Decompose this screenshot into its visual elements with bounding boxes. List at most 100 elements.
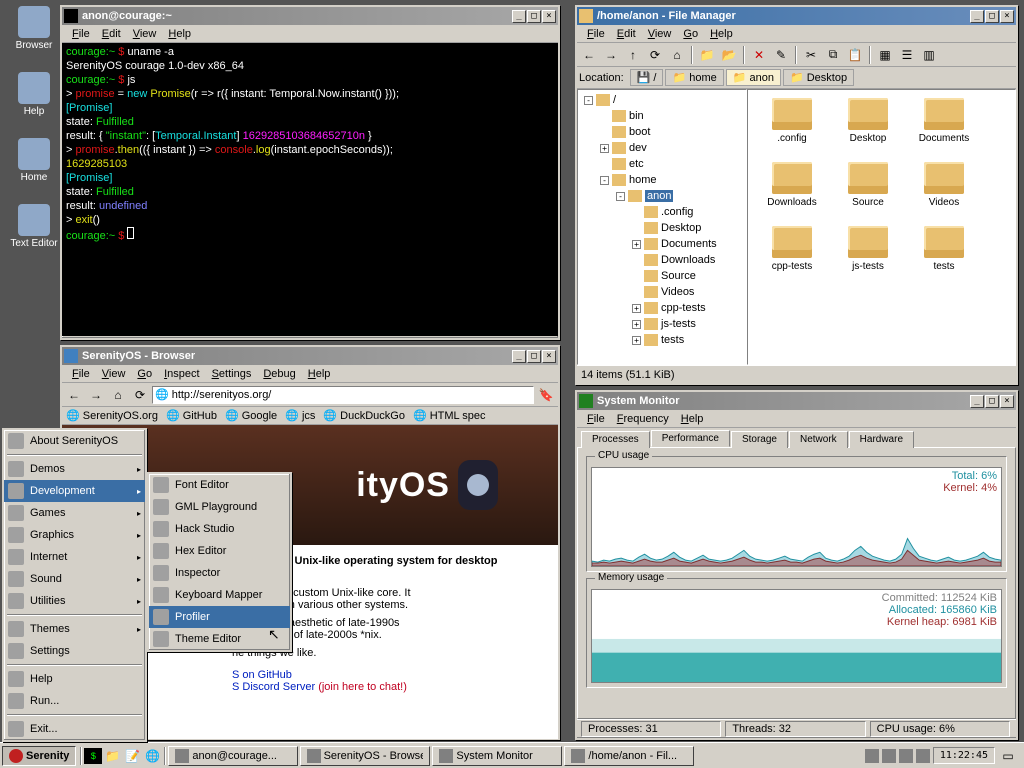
github-link[interactable]: S on GitHub <box>232 669 292 681</box>
tray-icon[interactable] <box>865 749 879 763</box>
tree-item[interactable]: +dev <box>580 140 744 156</box>
menu-help[interactable]: Help <box>302 367 337 381</box>
menu-item-utilities[interactable]: Utilities▸ <box>4 590 145 612</box>
quick-terminal-icon[interactable]: $ <box>84 748 102 764</box>
delete-icon[interactable]: ✕ <box>749 45 769 65</box>
menu-item-settings[interactable]: Settings <box>4 640 145 662</box>
menu-debug[interactable]: Debug <box>257 367 301 381</box>
edit-icon[interactable]: ✎ <box>771 45 791 65</box>
menu-item-exit---[interactable]: Exit... <box>4 718 145 740</box>
submenu-item-profiler[interactable]: Profiler <box>149 606 290 628</box>
url-input[interactable]: 🌐http://serenityos.org/ <box>152 386 534 404</box>
menu-item-development[interactable]: Development▸ <box>4 480 145 502</box>
maximize-button[interactable]: □ <box>985 10 999 23</box>
tree-item[interactable]: Desktop <box>580 220 744 236</box>
folder-js-tests[interactable]: js-tests <box>832 226 904 286</box>
back-icon[interactable]: ← <box>64 385 84 405</box>
breadcrumb-segment[interactable]: 📁 Desktop <box>783 69 854 86</box>
system-tray[interactable]: 11:22:45 ▭ <box>861 746 1022 766</box>
close-button[interactable]: × <box>542 350 556 363</box>
submenu-item-keyboard-mapper[interactable]: Keyboard Mapper <box>149 584 290 606</box>
maximize-button[interactable]: □ <box>527 10 541 23</box>
folder-Desktop[interactable]: Desktop <box>832 98 904 158</box>
tab-processes[interactable]: Processes <box>581 431 650 448</box>
menu-item-help[interactable]: Help <box>4 668 145 690</box>
menubar[interactable]: FileViewGoInspectSettingsDebugHelp <box>62 365 558 383</box>
menu-edit[interactable]: Edit <box>611 27 642 41</box>
menu-file[interactable]: File <box>581 27 611 41</box>
bookmark-google[interactable]: 🌐 Google <box>225 409 277 422</box>
paste-icon[interactable]: 📋 <box>845 45 865 65</box>
desktop-icon-text-editor[interactable]: Text Editor <box>4 204 64 249</box>
tree-item[interactable]: -/ <box>580 92 744 108</box>
breadcrumb-segment[interactable]: 💾 / <box>630 69 664 86</box>
titlebar[interactable]: SerenityOS - Browser _ □ × <box>62 347 558 365</box>
tree-item[interactable]: +js-tests <box>580 316 744 332</box>
breadcrumb-segment[interactable]: 📁 home <box>665 69 723 86</box>
menu-file[interactable]: File <box>66 27 96 41</box>
titlebar[interactable]: /home/anon - File Manager _ □ × <box>577 7 1016 25</box>
menu-help[interactable]: Help <box>675 412 710 426</box>
new-folder-icon[interactable]: 📁 <box>697 45 717 65</box>
location-bar[interactable]: Location: 💾 /📁 home📁 anon📁 Desktop <box>577 67 1016 89</box>
task-button[interactable]: SerenityOS - Browser <box>300 746 430 766</box>
bookmarks-bar[interactable]: 🌐 SerenityOS.org🌐 GitHub🌐 Google🌐 jcs🌐 D… <box>62 407 558 425</box>
toolbar[interactable]: ← → ↑ ⟳ ⌂ 📁 📂 ✕ ✎ ✂ ⧉ 📋 ▦ ☰ ▥ <box>577 43 1016 67</box>
folder-tree[interactable]: -/binboot+devetc-home-anon.configDesktop… <box>577 89 747 365</box>
task-button[interactable]: anon@courage... <box>168 746 298 766</box>
menu-view[interactable]: View <box>96 367 132 381</box>
bookmark-jcs[interactable]: 🌐 jcs <box>285 409 315 422</box>
refresh-icon[interactable]: ⟳ <box>645 45 665 65</box>
forward-icon[interactable]: → <box>601 45 621 65</box>
menu-item-internet[interactable]: Internet▸ <box>4 546 145 568</box>
system-monitor-window[interactable]: System Monitor _ □ × FileFrequencyHelp P… <box>575 390 1018 740</box>
show-desktop-icon[interactable]: ▭ <box>998 746 1018 766</box>
view-icons-icon[interactable]: ▦ <box>875 45 895 65</box>
menu-help[interactable]: Help <box>704 27 739 41</box>
titlebar[interactable]: System Monitor _ □ × <box>577 392 1016 410</box>
discord-link[interactable]: S Discord Server <box>232 681 315 693</box>
bookmark-duckduckgo[interactable]: 🌐 DuckDuckGo <box>323 409 405 422</box>
minimize-button[interactable]: _ <box>970 10 984 23</box>
tree-item[interactable]: +cpp-tests <box>580 300 744 316</box>
menu-view[interactable]: View <box>642 27 678 41</box>
quick-browser-icon[interactable]: 🌐 <box>142 746 162 766</box>
tree-item[interactable]: -anon <box>580 188 744 204</box>
menu-go[interactable]: Go <box>131 367 158 381</box>
tabs[interactable]: ProcessesPerformanceStorageNetworkHardwa… <box>577 428 1016 447</box>
minimize-button[interactable]: _ <box>970 395 984 408</box>
breadcrumb[interactable]: 💾 /📁 home📁 anon📁 Desktop <box>630 69 854 86</box>
tab-network[interactable]: Network <box>789 431 848 448</box>
menu-frequency[interactable]: Frequency <box>611 412 675 426</box>
menu-item-themes[interactable]: Themes▸ <box>4 618 145 640</box>
menubar[interactable]: FileFrequencyHelp <box>577 410 1016 428</box>
folder-Downloads[interactable]: Downloads <box>756 162 828 222</box>
tab-performance[interactable]: Performance <box>651 430 730 447</box>
breadcrumb-segment[interactable]: 📁 anon <box>726 69 781 86</box>
terminal-body[interactable]: courage:~ $ uname -aSerenityOS courage 1… <box>62 43 558 336</box>
tab-storage[interactable]: Storage <box>731 431 788 448</box>
minimize-button[interactable]: _ <box>512 10 526 23</box>
terminal-window[interactable]: anon@courage:~ _ □ × FileEditViewHelp co… <box>60 5 560 340</box>
menu-item-games[interactable]: Games▸ <box>4 502 145 524</box>
titlebar[interactable]: anon@courage:~ _ □ × <box>62 7 558 25</box>
tree-item[interactable]: boot <box>580 124 744 140</box>
tray-volume-icon[interactable] <box>916 749 930 763</box>
desktop-icon-help[interactable]: Help <box>4 72 64 117</box>
folder-.config[interactable]: .config <box>756 98 828 158</box>
home-icon[interactable]: ⌂ <box>667 45 687 65</box>
tree-item[interactable]: bin <box>580 108 744 124</box>
submenu-item-hack-studio[interactable]: Hack Studio <box>149 518 290 540</box>
menu-item-demos[interactable]: Demos▸ <box>4 458 145 480</box>
copy-icon[interactable]: ⧉ <box>823 45 843 65</box>
quick-editor-icon[interactable]: 📝 <box>122 746 142 766</box>
view-list-icon[interactable]: ☰ <box>897 45 917 65</box>
menu-item-run---[interactable]: Run... <box>4 690 145 712</box>
submenu-item-inspector[interactable]: Inspector <box>149 562 290 584</box>
desktop-icon-browser[interactable]: Browser <box>4 6 64 51</box>
tree-item[interactable]: +Documents <box>580 236 744 252</box>
maximize-button[interactable]: □ <box>985 395 999 408</box>
cut-icon[interactable]: ✂ <box>801 45 821 65</box>
maximize-button[interactable]: □ <box>527 350 541 363</box>
view-columns-icon[interactable]: ▥ <box>919 45 939 65</box>
